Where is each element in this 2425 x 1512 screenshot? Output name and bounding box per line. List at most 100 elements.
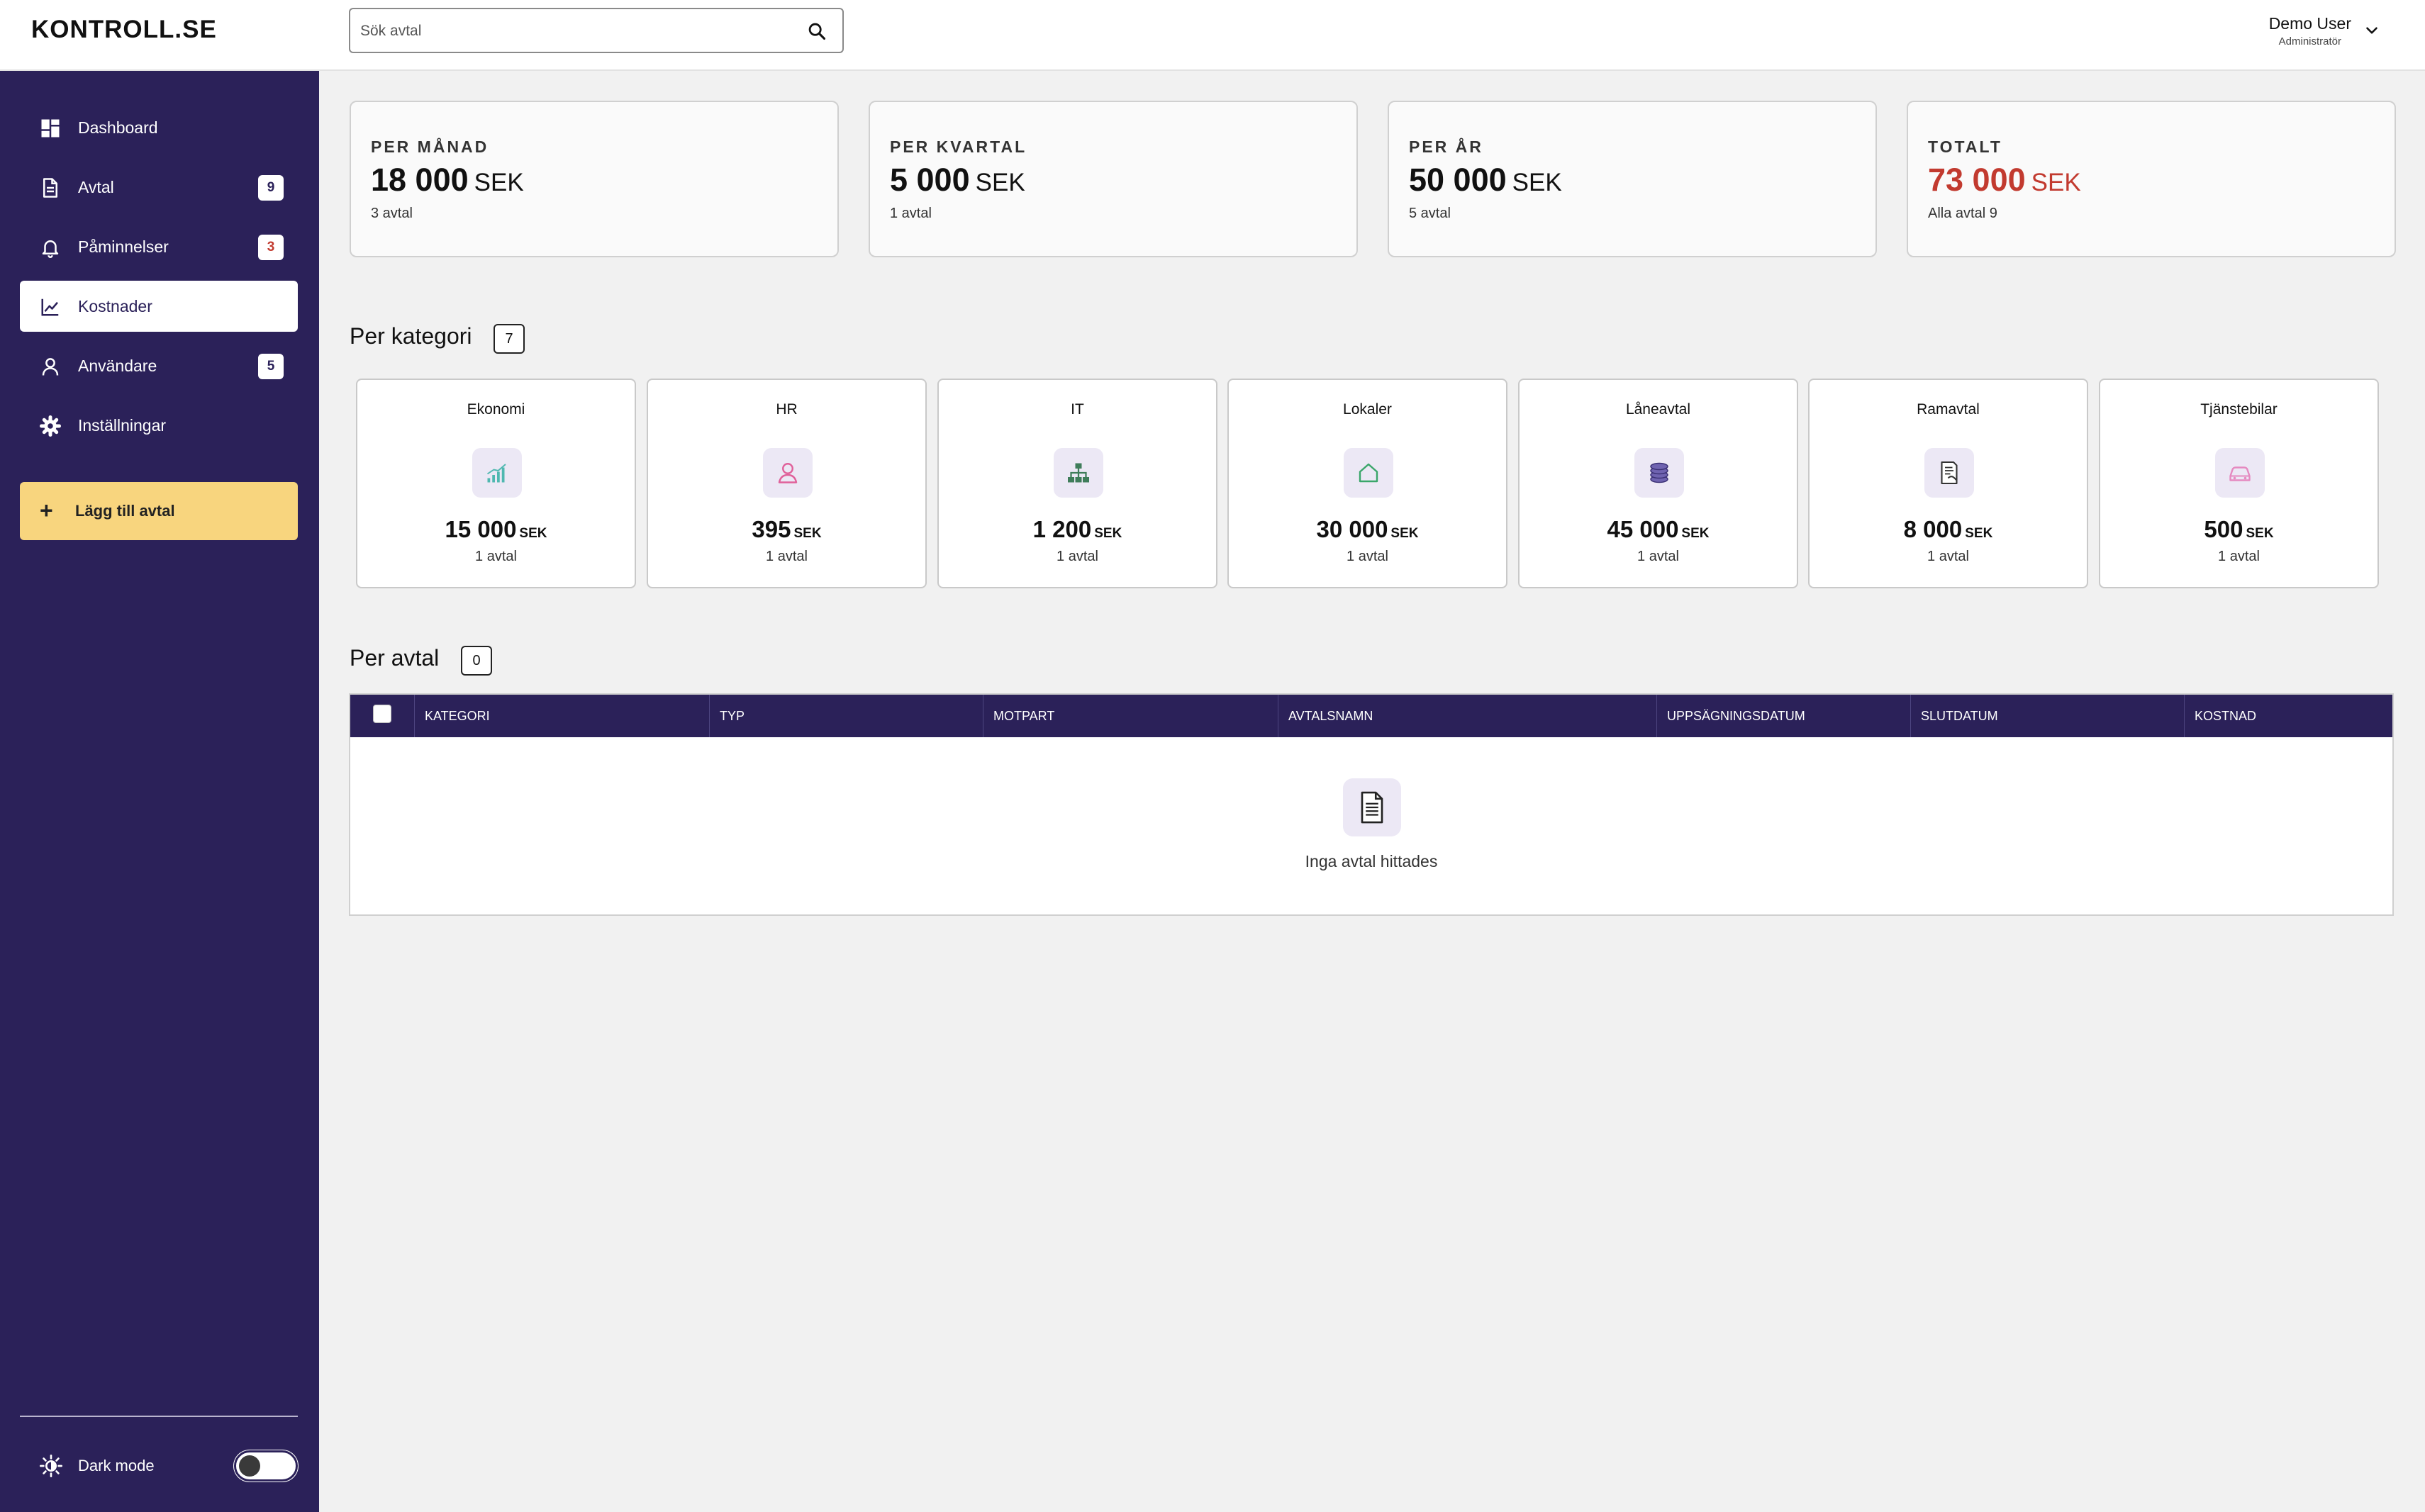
summary-subtext: Alla avtal 9 bbox=[1928, 206, 1997, 221]
select-all-cell bbox=[350, 695, 414, 737]
column-header-typ[interactable]: TYP bbox=[709, 695, 983, 737]
column-header-kategori[interactable]: KATEGORI bbox=[414, 695, 709, 737]
add-agreement-button[interactable]: + Lägg till avtal bbox=[20, 482, 298, 540]
sidebar: Dashboard Avtal 9 Påminnelser 3 Kostnade… bbox=[0, 71, 319, 1512]
category-card-it[interactable]: IT 1 200 SEK 1 avtal bbox=[937, 379, 1217, 588]
summary-amount: 50 000 bbox=[1409, 162, 1507, 198]
category-name: IT bbox=[1071, 401, 1084, 418]
section-title-per-avtal: Per avtal bbox=[350, 645, 440, 671]
user-menu[interactable]: Demo User Administratör bbox=[2269, 14, 2351, 47]
summary-card-year: PER ÅR 50 000 SEK 5 avtal bbox=[1388, 101, 1877, 257]
category-card-hr[interactable]: HR 395 SEK 1 avtal bbox=[647, 379, 927, 588]
category-subtext: 1 avtal bbox=[1927, 549, 1969, 564]
summary-value: 50 000 SEK bbox=[1409, 162, 1562, 198]
category-value: 8 000 SEK bbox=[1810, 516, 2087, 543]
chevron-down-icon[interactable] bbox=[2363, 21, 2381, 40]
category-card-laneavtal[interactable]: Låneavtal 45 000 SEK 1 avtal bbox=[1518, 379, 1798, 588]
category-card-ekonomi[interactable]: Ekonomi 15 000 SEK 1 avtal bbox=[356, 379, 636, 588]
car-icon bbox=[2215, 448, 2265, 498]
category-currency: SEK bbox=[793, 526, 822, 541]
summary-currency: SEK bbox=[474, 169, 524, 196]
summary-subtext: 1 avtal bbox=[890, 206, 932, 221]
column-header-motpart[interactable]: MOTPART bbox=[983, 695, 1278, 737]
column-header-kostnad[interactable]: KOSTNAD bbox=[2184, 695, 2392, 737]
summary-card-month: PER MÅNAD 18 000 SEK 3 avtal bbox=[350, 101, 839, 257]
dark-mode-toggle[interactable] bbox=[234, 1450, 298, 1482]
category-amount: 395 bbox=[752, 516, 791, 542]
category-subtext: 1 avtal bbox=[1347, 549, 1388, 564]
sidebar-item-avtal[interactable]: Avtal 9 bbox=[20, 162, 298, 213]
category-name: Ekonomi bbox=[467, 401, 525, 418]
category-subtext: 1 avtal bbox=[2218, 549, 2260, 564]
search-icon[interactable] bbox=[807, 21, 827, 41]
category-currency: SEK bbox=[519, 526, 547, 541]
sidebar-divider bbox=[20, 1416, 298, 1417]
user-role: Administratör bbox=[2278, 35, 2342, 47]
sidebar-item-dashboard[interactable]: Dashboard bbox=[20, 102, 298, 153]
summary-currency: SEK bbox=[1512, 169, 1562, 196]
category-subtext: 1 avtal bbox=[1057, 549, 1098, 564]
category-card-lokaler[interactable]: Lokaler 30 000 SEK 1 avtal bbox=[1227, 379, 1507, 588]
empty-state-text: Inga avtal hittades bbox=[1305, 852, 1438, 870]
summary-label: PER ÅR bbox=[1409, 138, 1483, 156]
house-icon bbox=[1344, 448, 1393, 498]
sidebar-item-label: Påminnelser bbox=[78, 237, 169, 256]
sidebar-item-label: Användare bbox=[78, 357, 157, 375]
sidebar-item-label: Inställningar bbox=[78, 416, 167, 435]
plus-icon: + bbox=[40, 498, 53, 523]
category-amount: 1 200 bbox=[1032, 516, 1092, 542]
count-badge: 9 bbox=[258, 175, 284, 201]
category-value: 45 000 SEK bbox=[1520, 516, 1797, 543]
dark-mode-label: Dark mode bbox=[78, 1457, 155, 1474]
select-all-checkbox[interactable] bbox=[373, 705, 391, 723]
category-name: Låneavtal bbox=[1625, 401, 1691, 418]
app-logo[interactable]: KONTROLL.SE bbox=[31, 16, 217, 44]
sidebar-item-kostnader[interactable]: Kostnader bbox=[20, 281, 298, 332]
category-amount: 30 000 bbox=[1316, 516, 1388, 542]
category-subtext: 1 avtal bbox=[475, 549, 517, 564]
sidebar-item-paminnelser[interactable]: Påminnelser 3 bbox=[20, 221, 298, 272]
category-card-ramavtal[interactable]: Ramavtal 8 000 SEK 1 avtal bbox=[1808, 379, 2088, 588]
category-name: Lokaler bbox=[1343, 401, 1392, 418]
user-icon bbox=[42, 358, 59, 376]
add-agreement-label: Lägg till avtal bbox=[75, 502, 175, 520]
column-header-uppsagningsdatum[interactable]: UPPSÄGNINGSDATUM bbox=[1656, 695, 1910, 737]
search-box[interactable] bbox=[349, 8, 844, 53]
gear-icon bbox=[40, 415, 61, 437]
category-amount: 15 000 bbox=[445, 516, 517, 542]
summary-value: 18 000 SEK bbox=[371, 162, 524, 198]
category-name: Ramavtal bbox=[1917, 401, 1980, 418]
contract-icon bbox=[1924, 448, 1974, 498]
category-card-tjanstebilar[interactable]: Tjänstebilar 500 SEK 1 avtal bbox=[2099, 379, 2379, 588]
count-badge: 5 bbox=[258, 354, 284, 379]
category-subtext: 1 avtal bbox=[766, 549, 808, 564]
sidebar-item-installningar[interactable]: Inställningar bbox=[20, 400, 298, 451]
category-amount: 45 000 bbox=[1607, 516, 1679, 542]
person-icon bbox=[763, 448, 813, 498]
category-count-badge: 7 bbox=[494, 324, 525, 354]
column-header-avtalsnamn[interactable]: AVTALSNAMN bbox=[1278, 695, 1656, 737]
summary-label: PER KVARTAL bbox=[890, 138, 1027, 156]
category-currency: SEK bbox=[2246, 526, 2274, 541]
search-input[interactable] bbox=[360, 18, 786, 45]
category-currency: SEK bbox=[1965, 526, 1993, 541]
summary-value: 73 000 SEK bbox=[1928, 162, 2081, 198]
bar-chart-icon bbox=[472, 448, 522, 498]
sidebar-item-label: Dashboard bbox=[78, 118, 158, 137]
category-currency: SEK bbox=[1681, 526, 1710, 541]
document-icon bbox=[43, 178, 57, 198]
summary-value: 5 000 SEK bbox=[890, 162, 1025, 198]
table-header: KATEGORI TYP MOTPART AVTALSNAMN UPPSÄGNI… bbox=[350, 695, 2392, 737]
sun-icon bbox=[40, 1455, 62, 1477]
sidebar-item-anvandare[interactable]: Användare 5 bbox=[20, 340, 298, 391]
bell-icon bbox=[42, 240, 59, 258]
category-value: 500 SEK bbox=[2100, 516, 2377, 543]
summary-card-total: TOTALT 73 000 SEK Alla avtal 9 bbox=[1907, 101, 2396, 257]
summary-label: PER MÅNAD bbox=[371, 138, 489, 156]
agreements-table: KATEGORI TYP MOTPART AVTALSNAMN UPPSÄGNI… bbox=[349, 693, 2394, 916]
sidebar-item-label: Avtal bbox=[78, 178, 114, 196]
summary-label: TOTALT bbox=[1928, 138, 2002, 156]
summary-currency: SEK bbox=[975, 169, 1025, 196]
column-header-slutdatum[interactable]: SLUTDATUM bbox=[1910, 695, 2184, 737]
summary-subtext: 5 avtal bbox=[1409, 206, 1451, 221]
